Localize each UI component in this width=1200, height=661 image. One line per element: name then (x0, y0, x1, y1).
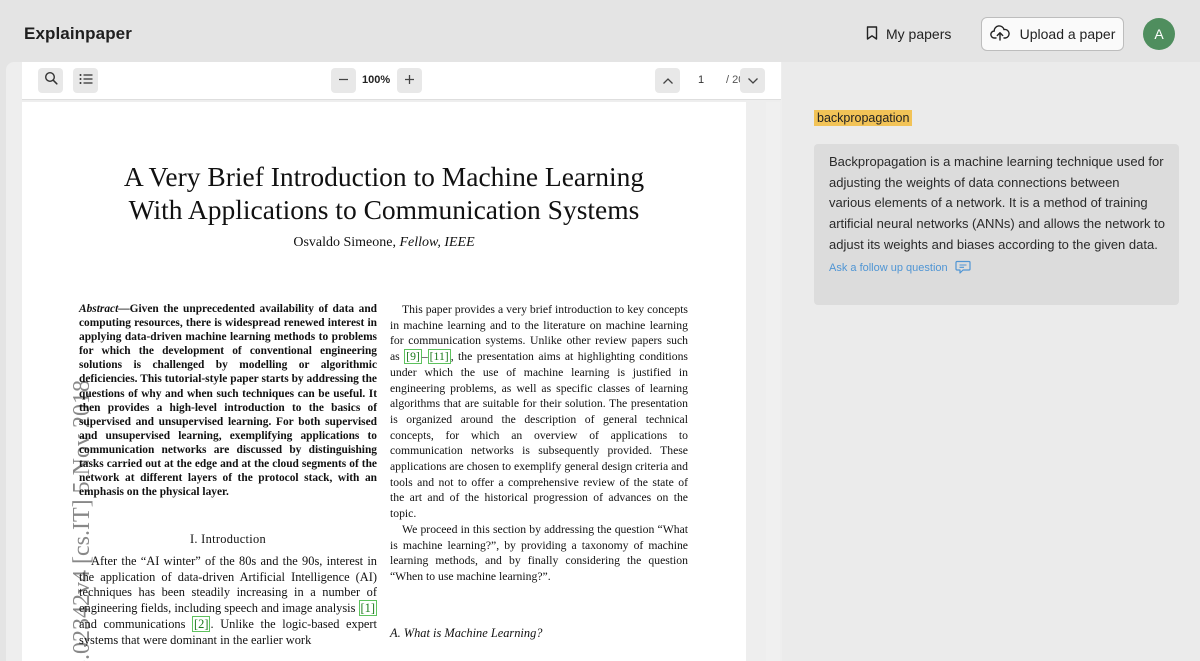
pdf-viewer: 100% 1 / 20 8.02342v4 [cs.IT] 5 Nov 2018… (6, 62, 782, 661)
citation-link[interactable]: [9] (404, 349, 422, 365)
paper-title[interactable]: A Very Brief Introduction to Machine Lea… (22, 160, 746, 226)
abstract-label: Abstract (79, 303, 119, 315)
previous-page-button[interactable] (655, 68, 680, 93)
my-papers-button[interactable]: My papers (856, 18, 961, 50)
outline-button[interactable] (73, 68, 98, 93)
paper-title-line-1: A Very Brief Introduction to Machine Lea… (123, 161, 645, 192)
citation-link[interactable]: [2] (192, 615, 211, 632)
upload-paper-label: Upload a paper (1019, 26, 1116, 42)
zoom-out-button[interactable] (331, 68, 356, 93)
follow-up-link[interactable]: Ask a follow up question (829, 260, 1165, 277)
plus-icon (404, 72, 415, 90)
intro-left-paragraph[interactable]: After the “AI winter” of the 80s and the… (79, 554, 377, 648)
citation-dash: – (421, 350, 428, 364)
minus-icon (338, 72, 349, 90)
paper-title-line-2: With Applications to Communication Syste… (128, 194, 640, 225)
pdf-toolbar: 100% 1 / 20 (22, 62, 781, 100)
citation-link[interactable]: [11] (427, 349, 451, 365)
zoom-in-button[interactable] (397, 68, 422, 93)
paper-author[interactable]: Osvaldo Simeone, Fellow, IEEE (22, 235, 746, 251)
upload-paper-button[interactable]: Upload a paper (981, 17, 1124, 51)
my-papers-label: My papers (886, 26, 952, 42)
bookmark-icon (866, 25, 878, 43)
search-button[interactable] (38, 68, 63, 93)
subsection-heading: A. What is Machine Learning? (390, 626, 543, 640)
next-page-button[interactable] (740, 68, 765, 93)
pdf-scrollbar[interactable] (766, 102, 780, 661)
search-icon (44, 71, 58, 90)
intro-right-paragraph-1: This paper provides a very brief introdu… (390, 302, 688, 522)
abstract[interactable]: Abstract—Given the unprecedented availab… (79, 302, 377, 499)
page-number-input[interactable]: 1 (698, 74, 704, 86)
intro-left-text-1: After the “AI winter” of the 80s and the… (79, 554, 377, 616)
intro-right-paragraph-2: We proceed in this section by addressing… (390, 522, 688, 583)
chevron-down-icon (747, 72, 759, 90)
intro-right-text-2: , the presentation aims at highlighting … (390, 350, 688, 521)
chevron-up-icon (662, 72, 674, 90)
cloud-upload-icon (989, 24, 1010, 44)
pdf-page[interactable]: 8.02342v4 [cs.IT] 5 Nov 2018 A Very Brie… (22, 102, 746, 661)
intro-left-text-2: and communications (79, 616, 193, 631)
chat-bubble-icon (955, 260, 971, 277)
avatar[interactable]: A (1143, 18, 1175, 50)
zoom-level: 100% (362, 74, 391, 86)
explanation-text: Backpropagation is a machine learning te… (829, 154, 1165, 252)
highlighted-term: backpropagation (814, 110, 913, 126)
follow-up-label: Ask a follow up question (829, 262, 948, 275)
explanation-card: Backpropagation is a machine learning te… (814, 144, 1179, 305)
explanation-panel: backpropagation Backpropagation is a mac… (782, 62, 1200, 661)
abstract-text: —Given the unprecedented availability of… (79, 303, 377, 499)
list-icon (79, 72, 93, 90)
citation-link[interactable]: [1] (358, 600, 377, 617)
intro-right-column[interactable]: This paper provides a very brief introdu… (390, 302, 688, 585)
author-name: Osvaldo Simeone, (293, 235, 400, 250)
section-heading: I. Introduction (189, 532, 267, 546)
author-title: Fellow, IEEE (399, 235, 475, 250)
app-title[interactable]: Explainpaper (24, 24, 132, 44)
top-bar: Explainpaper My papers Upload a paper A (0, 0, 1200, 62)
